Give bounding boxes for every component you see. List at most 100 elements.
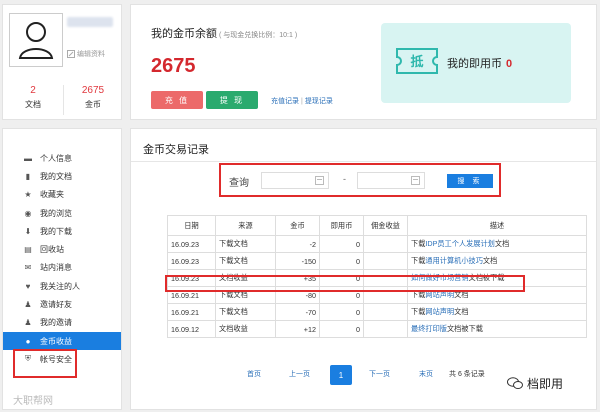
page-next[interactable]: 下一页 — [369, 369, 390, 379]
cell-commission — [363, 235, 408, 253]
user-icon — [18, 22, 54, 59]
sidebar-item-label: 我的邀请 — [40, 318, 72, 328]
sidebar-item-label: 我的下载 — [40, 226, 72, 236]
recharge-button[interactable]: 充 值 — [151, 91, 203, 109]
end-date-input[interactable] — [357, 172, 425, 189]
sidebar: ▬ 个人信息 ▮ 我的文档 ★ 收藏夹 ◉ 我的浏览 ⬇ 我的下载 ▤ 回收站 ✉ 站内消息 … — [2, 128, 122, 410]
search-label: 查询 — [229, 178, 249, 189]
doc-link[interactable]: 通用计算机小技巧 — [425, 256, 483, 265]
table-row: 16.09.12 文档收益 +12 0 最终打印版文档被下载 — [167, 320, 587, 338]
doc-link[interactable]: 最终打印版 — [411, 324, 447, 333]
watermark-right: 档即用 — [507, 375, 563, 392]
cell-description: 下载通用计算机小技巧文档 — [407, 252, 587, 270]
page-total: 共 6 条记录 — [449, 371, 485, 378]
sidebar-item-label: 金币收益 — [40, 336, 72, 346]
coins-count: 2675 — [81, 85, 105, 96]
watermark-left: 大职帮网 — [13, 396, 53, 407]
cell-commission — [363, 320, 408, 338]
sidebar-item-following[interactable]: ♥ 我关注的人 — [3, 277, 121, 295]
desc-suffix: 文档 — [482, 256, 498, 265]
sidebar-item-history[interactable]: ◉ 我的浏览 — [3, 204, 121, 222]
cell-coins: +12 — [275, 320, 320, 338]
cell-description: 下载网站声明文档 — [407, 303, 587, 321]
sidebar-item-my-docs[interactable]: ▮ 我的文档 — [3, 167, 121, 185]
sidebar-item-messages[interactable]: ✉ 站内消息 — [3, 259, 121, 277]
cell-description: 最终打印版文档被下载 — [407, 320, 587, 338]
sidebar-item-coin-earnings[interactable]: ● 金币收益 — [3, 331, 121, 351]
cell-source: 下载文档 — [215, 235, 276, 253]
col-description: 描述 — [407, 215, 587, 236]
cell-quick: 0 — [319, 303, 364, 321]
id-card-icon: ▬ — [24, 153, 32, 163]
sidebar-item-favorites[interactable]: ★ 收藏夹 — [3, 186, 121, 204]
sidebar-item-invite-friends[interactable]: ♟ 邀请好友 — [3, 295, 121, 313]
sidebar-item-label: 收藏夹 — [40, 190, 64, 200]
sidebar-item-trash[interactable]: ▤ 回收站 — [3, 240, 121, 258]
page-first[interactable]: 首页 — [247, 369, 261, 379]
sidebar-item-profile[interactable]: ▬ 个人信息 — [3, 149, 121, 167]
quick-coin-card[interactable]: 抵 我的即用币 0 — [381, 23, 571, 103]
cell-commission — [363, 252, 408, 270]
withdraw-button[interactable]: 提 现 — [206, 91, 258, 109]
cell-quick: 0 — [319, 252, 364, 270]
highlight-box-sidebar — [13, 349, 77, 378]
desc-prefix: 下载 — [411, 239, 426, 248]
balance-amount: 2675 — [151, 55, 196, 77]
balance-title: 我的金币余额( 与现金兑换比例：10:1 ) — [151, 25, 297, 41]
sidebar-nav: ▬ 个人信息 ▮ 我的文档 ★ 收藏夹 ◉ 我的浏览 ⬇ 我的下载 ▤ 回收站 ✉ 站内消息 … — [3, 129, 121, 369]
calendar-icon[interactable] — [411, 176, 420, 185]
col-coins: 金币 — [275, 215, 320, 236]
col-commission: 佣金收益 — [363, 215, 408, 236]
coupon-glyph: 抵 — [410, 54, 423, 70]
users-icon: ♟ — [24, 318, 32, 328]
avatar[interactable] — [9, 13, 63, 67]
docs-stat[interactable]: 2 文档 — [3, 85, 63, 110]
cell-source: 下载文档 — [215, 252, 276, 270]
balance-title-text: 我的金币余额 — [151, 28, 217, 40]
col-date: 日期 — [167, 215, 216, 236]
cell-coins: -70 — [275, 303, 320, 321]
table-row: 16.09.23 下载文档 -2 0 下载IDP员工个人发展计划文档 — [167, 235, 587, 253]
sidebar-item-label: 我的浏览 — [40, 208, 72, 218]
trash-icon: ▤ — [24, 245, 32, 255]
cell-quick: 0 — [319, 320, 364, 338]
recharge-record-link[interactable]: 充值记录 — [271, 98, 299, 105]
col-source: 来源 — [215, 215, 276, 236]
cell-description: 下载IDP员工个人发展计划文档 — [407, 235, 587, 253]
start-date-input[interactable] — [261, 172, 329, 189]
coins-label: 金币 — [85, 100, 101, 109]
table-row: 16.09.23 下载文档 -150 0 下载通用计算机小技巧文档 — [167, 252, 587, 270]
message-icon: ✉ — [24, 263, 32, 273]
edit-profile-link[interactable]: 编辑资料 — [67, 49, 105, 59]
col-quick-coins: 即用币 — [319, 215, 364, 236]
doc-link[interactable]: IDP员工个人发展计划 — [425, 239, 494, 248]
cell-date: 16.09.23 — [167, 252, 216, 270]
page-prev[interactable]: 上一页 — [289, 369, 310, 379]
cell-date: 16.09.12 — [167, 320, 216, 338]
sidebar-item-downloads[interactable]: ⬇ 我的下载 — [3, 222, 121, 240]
edit-profile-label[interactable]: 编辑资料 — [77, 49, 105, 59]
search-button[interactable]: 搜 索 — [447, 174, 493, 188]
sidebar-item-label: 我的文档 — [40, 171, 72, 181]
calendar-icon[interactable] — [315, 176, 324, 185]
table-row: 16.09.21 下载文档 -70 0 下载网站声明文档 — [167, 303, 587, 321]
sidebar-item-my-invites[interactable]: ♟ 我的邀请 — [3, 314, 121, 332]
coin-bag-icon: ● — [25, 336, 31, 346]
cell-date: 16.09.21 — [167, 303, 216, 321]
cell-source: 文档收益 — [215, 320, 276, 338]
withdraw-record-link[interactable]: 提现记录 — [305, 98, 333, 105]
cell-coins: -2 — [275, 235, 320, 253]
desc-suffix: 文档 — [494, 239, 510, 248]
watermark-right-text: 档即用 — [527, 377, 564, 391]
record-links: 充值记录 | 提现记录 — [271, 98, 333, 105]
quick-coin-label: 我的即用币 — [447, 58, 502, 70]
page-last[interactable]: 末页 — [419, 369, 433, 379]
coins-stat[interactable]: 2675 金币 — [63, 85, 123, 110]
edit-icon — [67, 50, 75, 58]
balance-card: 我的金币余额( 与现金兑换比例：10:1 ) 2675 充 值 提 现 充值记录… — [130, 4, 597, 120]
profile-card: 编辑资料 2 文档 2675 金币 — [2, 4, 122, 120]
date-separator: - — [343, 174, 346, 184]
page-current[interactable]: 1 — [330, 365, 352, 385]
doc-link[interactable]: 网站声明 — [425, 307, 454, 316]
exchange-ratio-note: ( 与现金兑换比例：10:1 ) — [219, 32, 298, 39]
